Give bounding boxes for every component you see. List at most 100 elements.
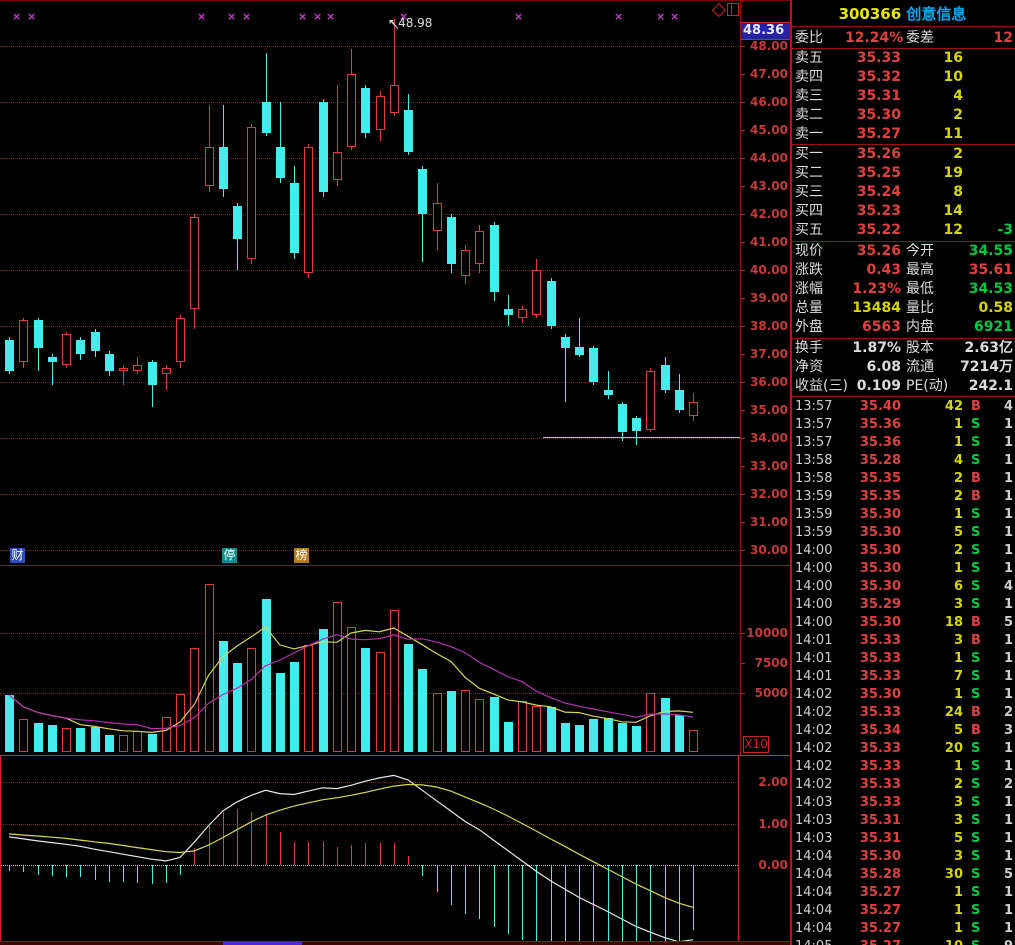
candle[interactable] <box>262 102 271 133</box>
sell-row[interactable]: 卖一35.2711 <box>790 125 1015 144</box>
volume-bar[interactable] <box>5 695 14 752</box>
volume-bar[interactable] <box>304 645 313 752</box>
buy-row[interactable]: 买一35.262 <box>790 145 1015 164</box>
candle[interactable] <box>91 332 100 352</box>
candle[interactable] <box>418 169 427 214</box>
stock-title[interactable]: 300366 创意信息 <box>790 3 1015 24</box>
volume-bar[interactable] <box>661 698 670 752</box>
volume-bar[interactable] <box>518 701 527 752</box>
volume-bar[interactable] <box>632 726 641 752</box>
volume-bar[interactable] <box>176 694 185 752</box>
volume-bar[interactable] <box>48 725 57 752</box>
volume-bar[interactable] <box>34 723 43 752</box>
volume-bar[interactable] <box>162 717 171 752</box>
candle[interactable] <box>661 365 670 390</box>
candle[interactable] <box>404 110 413 152</box>
support-trendline[interactable] <box>543 437 740 438</box>
candle[interactable] <box>133 365 142 371</box>
volume-bar[interactable] <box>461 690 470 752</box>
volume-bar[interactable] <box>247 648 256 752</box>
sell-price[interactable]: 35.33 <box>845 49 901 68</box>
split-pane-icon[interactable] <box>727 3 739 16</box>
tick-trade-list[interactable]: 13:5735.4042B413:5735.361S113:5735.361S1… <box>790 398 1015 945</box>
candle[interactable] <box>62 334 71 365</box>
volume-bar[interactable] <box>361 648 370 752</box>
candle[interactable] <box>148 362 157 384</box>
volume-bar[interactable] <box>561 723 570 752</box>
candle[interactable] <box>247 127 256 259</box>
candle[interactable] <box>547 281 556 326</box>
candle[interactable] <box>589 348 598 382</box>
volume-bar[interactable] <box>589 719 598 752</box>
candle[interactable] <box>561 337 570 348</box>
volume-bar[interactable] <box>390 610 399 752</box>
volume-bar[interactable] <box>447 691 456 752</box>
candle[interactable] <box>490 225 499 292</box>
volume-bar[interactable] <box>404 644 413 752</box>
candle[interactable] <box>689 402 698 416</box>
volume-bar[interactable] <box>190 648 199 752</box>
volume-bar[interactable] <box>133 731 142 752</box>
candle[interactable] <box>105 354 114 371</box>
candle[interactable] <box>19 320 28 362</box>
sell-row[interactable]: 卖五35.3316 <box>790 49 1015 68</box>
sell-price[interactable]: 35.31 <box>845 87 901 106</box>
volume-bar[interactable] <box>333 602 342 752</box>
volume-bar[interactable] <box>376 652 385 752</box>
volume-bar[interactable] <box>490 697 499 752</box>
candle[interactable] <box>76 340 85 354</box>
buy-price[interactable]: 35.26 <box>845 145 901 164</box>
volume-bar[interactable] <box>575 725 584 752</box>
sell-price[interactable]: 35.32 <box>845 68 901 87</box>
buy-price[interactable]: 35.25 <box>845 164 901 183</box>
candle[interactable] <box>532 270 541 315</box>
volume-bar[interactable] <box>290 662 299 752</box>
volume-bar[interactable] <box>604 718 613 752</box>
candle[interactable] <box>119 368 128 371</box>
candle[interactable] <box>632 418 641 431</box>
candle[interactable] <box>347 74 356 147</box>
buy-row[interactable]: 买二35.2519 <box>790 164 1015 183</box>
candle[interactable] <box>205 147 214 186</box>
volume-bar[interactable] <box>19 719 28 752</box>
volume-bar[interactable] <box>347 627 356 752</box>
sell-row[interactable]: 卖四35.3210 <box>790 68 1015 87</box>
volume-bar[interactable] <box>646 693 655 753</box>
sell-row[interactable]: 卖二35.302 <box>790 106 1015 125</box>
candle[interactable] <box>461 250 470 275</box>
candle[interactable] <box>219 147 228 189</box>
volume-bar[interactable] <box>62 728 71 752</box>
candle[interactable] <box>675 390 684 410</box>
volume-bar[interactable] <box>689 730 698 752</box>
volume-bar[interactable] <box>504 722 513 752</box>
chart-tag-button[interactable]: 榜 <box>294 548 309 563</box>
volume-bar[interactable] <box>148 734 157 752</box>
volume-bar[interactable] <box>547 707 556 752</box>
volume-bar[interactable] <box>233 663 242 752</box>
candle[interactable] <box>618 404 627 432</box>
candle[interactable] <box>190 217 199 309</box>
volume-bar[interactable] <box>219 641 228 752</box>
kline-pane[interactable]: ×××××××××××××财停榜 <box>0 0 740 564</box>
candle[interactable] <box>447 217 456 265</box>
candle[interactable] <box>5 340 14 371</box>
volume-bar[interactable] <box>475 699 484 752</box>
volume-pane[interactable] <box>0 566 740 754</box>
candle[interactable] <box>333 152 342 180</box>
candle[interactable] <box>376 96 385 130</box>
candle[interactable] <box>604 390 613 394</box>
volume-bar[interactable] <box>276 673 285 752</box>
candle[interactable] <box>390 85 399 113</box>
volume-bar[interactable] <box>119 735 128 752</box>
sell-price[interactable]: 35.27 <box>845 125 901 144</box>
candle[interactable] <box>518 309 527 317</box>
candle[interactable] <box>34 320 43 348</box>
volume-bar[interactable] <box>105 735 114 752</box>
sell-price[interactable]: 35.30 <box>845 106 901 125</box>
buy-price[interactable]: 35.23 <box>845 202 901 221</box>
volume-bar[interactable] <box>618 723 627 752</box>
buy-price[interactable]: 35.24 <box>845 183 901 202</box>
volume-bar[interactable] <box>319 629 328 752</box>
chart-tag-button[interactable]: 停 <box>222 548 237 563</box>
candle[interactable] <box>162 368 171 374</box>
